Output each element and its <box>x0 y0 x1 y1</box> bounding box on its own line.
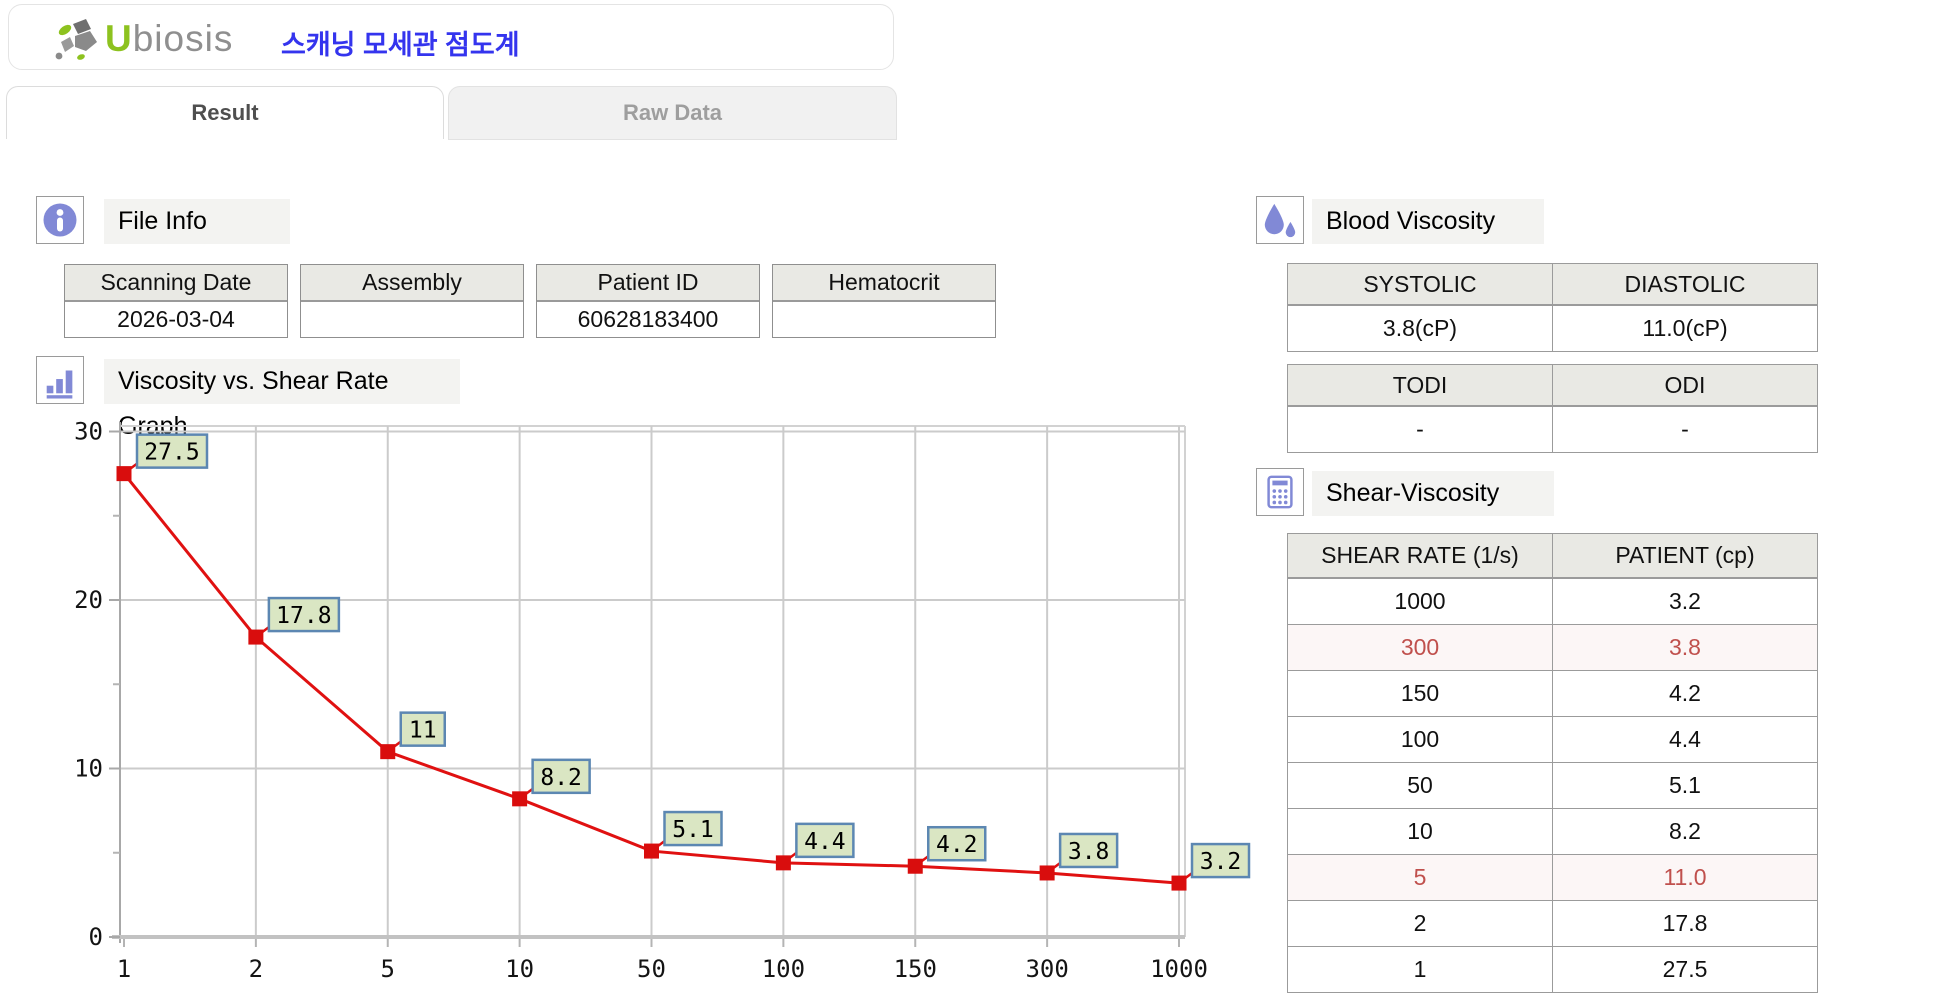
ubiosis-logo-icon <box>53 17 105 61</box>
field-patient-id: Patient ID 60628183400 <box>536 264 760 338</box>
file-info-icon-box <box>36 196 84 244</box>
svg-text:50: 50 <box>637 955 666 983</box>
svg-text:27.5: 27.5 <box>144 440 199 466</box>
shear-rate-cell: 100 <box>1288 717 1553 763</box>
table-row: 10 8.2 <box>1288 809 1818 855</box>
blood-drops-icon <box>1261 201 1299 239</box>
field-value <box>301 302 523 337</box>
field-assembly: Assembly <box>300 264 524 338</box>
shear-rate-header: SHEAR RATE (1/s) <box>1288 534 1553 579</box>
viscosity-chart-svg: 0 10 20 30 1 2 5 10 50 100 150 300 1000 27.5 17.8 11 8.2… <box>55 415 1275 990</box>
bar-chart-icon <box>41 361 79 399</box>
field-label: Scanning Date <box>65 265 287 302</box>
table-row: 5 11.0 <box>1288 855 1818 901</box>
field-label: Patient ID <box>537 265 759 302</box>
svg-text:17.8: 17.8 <box>276 603 331 629</box>
shear-rate-cell: 10 <box>1288 809 1553 855</box>
tab-raw-data[interactable]: Raw Data <box>448 86 897 140</box>
svg-text:8.2: 8.2 <box>540 765 582 791</box>
patient-header: PATIENT (cp) <box>1553 534 1818 579</box>
odi-header: ODI <box>1553 365 1818 407</box>
table-row: 2 17.8 <box>1288 901 1818 947</box>
calculator-icon <box>1261 473 1299 511</box>
patient-cell: 4.2 <box>1553 671 1818 717</box>
svg-text:100: 100 <box>762 955 805 983</box>
svg-text:3.8: 3.8 <box>1068 839 1110 865</box>
svg-text:11: 11 <box>409 718 437 744</box>
field-label: Assembly <box>301 265 523 302</box>
svg-text:1000: 1000 <box>1150 955 1208 983</box>
systolic-value: 3.8(cP) <box>1288 305 1553 352</box>
shear-rate-cell: 1000 <box>1288 578 1553 625</box>
svg-text:10: 10 <box>505 955 534 983</box>
shear-viscosity-section-label: Shear-Viscosity <box>1312 471 1554 516</box>
viscometer-app: Ubiosis 스캐닝 모세관 점도계 Result Raw Data File… <box>0 0 1943 995</box>
svg-text:150: 150 <box>894 955 937 983</box>
table-row: 300 3.8 <box>1288 625 1818 671</box>
blood-viscosity-icon-box <box>1256 196 1304 244</box>
logo-text: Ubiosis <box>105 18 233 60</box>
ubiosis-logo: Ubiosis <box>53 17 233 61</box>
field-hematocrit: Hematocrit <box>772 264 996 338</box>
shear-viscosity-table: SHEAR RATE (1/s) PATIENT (cp) 1000 3.2 3… <box>1287 533 1818 993</box>
logo-u: U <box>105 18 133 59</box>
korean-app-title: 스캐닝 모세관 점도계 <box>281 23 520 62</box>
todi-header: TODI <box>1288 365 1553 407</box>
field-value <box>773 302 995 337</box>
svg-text:2: 2 <box>249 955 263 983</box>
todi-value: - <box>1288 406 1553 453</box>
blood-viscosity-table: SYSTOLIC DIASTOLIC 3.8(cP) 11.0(cP) <box>1287 263 1818 352</box>
graph-section-label: Viscosity vs. Shear Rate Graph <box>104 359 460 404</box>
svg-text:4.4: 4.4 <box>804 829 846 855</box>
graph-icon-box <box>36 356 84 404</box>
shear-rate-cell: 1 <box>1288 947 1553 993</box>
svg-text:5.1: 5.1 <box>672 817 714 843</box>
svg-text:30: 30 <box>74 418 103 446</box>
field-value: 2026-03-04 <box>65 302 287 337</box>
shear-viscosity-icon-box <box>1256 468 1304 516</box>
shear-rate-cell: 2 <box>1288 901 1553 947</box>
svg-text:4.2: 4.2 <box>936 832 978 858</box>
svg-text:10: 10 <box>74 755 103 783</box>
diastolic-value: 11.0(cP) <box>1553 305 1818 352</box>
field-scanning-date: Scanning Date 2026-03-04 <box>64 264 288 338</box>
table-row: 1 27.5 <box>1288 947 1818 993</box>
table-row: 100 4.4 <box>1288 717 1818 763</box>
patient-cell: 3.2 <box>1553 578 1818 625</box>
table-row: 1000 3.2 <box>1288 578 1818 625</box>
patient-cell: 8.2 <box>1553 809 1818 855</box>
shear-rate-cell: 5 <box>1288 855 1553 901</box>
patient-cell: 3.8 <box>1553 625 1818 671</box>
odi-value: - <box>1553 406 1818 453</box>
tab-result[interactable]: Result <box>6 86 444 139</box>
info-icon <box>41 201 79 239</box>
shear-rate-cell: 50 <box>1288 763 1553 809</box>
file-info-section-label: File Info <box>104 199 290 244</box>
shear-rate-cell: 150 <box>1288 671 1553 717</box>
patient-cell: 4.4 <box>1553 717 1818 763</box>
patient-cell: 5.1 <box>1553 763 1818 809</box>
diastolic-header: DIASTOLIC <box>1553 264 1818 306</box>
todi-odi-table: TODI ODI - - <box>1287 364 1818 453</box>
field-value: 60628183400 <box>537 302 759 337</box>
shear-rate-cell: 300 <box>1288 625 1553 671</box>
patient-cell: 27.5 <box>1553 947 1818 993</box>
table-row: 50 5.1 <box>1288 763 1818 809</box>
systolic-header: SYSTOLIC <box>1288 264 1553 306</box>
field-label: Hematocrit <box>773 265 995 302</box>
blood-viscosity-section-label: Blood Viscosity <box>1312 199 1544 244</box>
header-card: Ubiosis 스캐닝 모세관 점도계 <box>8 4 894 70</box>
svg-text:5: 5 <box>381 955 395 983</box>
svg-text:1: 1 <box>117 955 131 983</box>
svg-text:20: 20 <box>74 586 103 614</box>
patient-cell: 11.0 <box>1553 855 1818 901</box>
table-row: 150 4.2 <box>1288 671 1818 717</box>
logo-biosis: biosis <box>133 18 234 59</box>
svg-text:300: 300 <box>1025 955 1068 983</box>
viscosity-chart: 0 10 20 30 1 2 5 10 50 100 150 300 1000 27.5 17.8 11 8.2… <box>55 415 1275 990</box>
patient-cell: 17.8 <box>1553 901 1818 947</box>
svg-text:3.2: 3.2 <box>1200 849 1242 875</box>
svg-text:0: 0 <box>89 923 103 951</box>
